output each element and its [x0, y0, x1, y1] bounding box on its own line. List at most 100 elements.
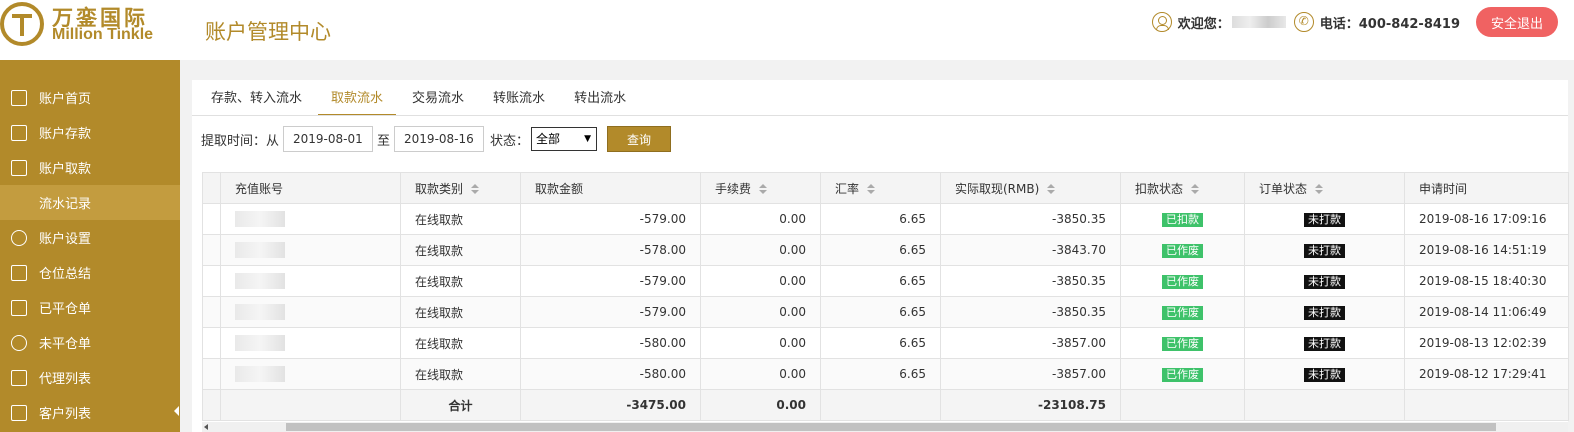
bank-icon [11, 299, 27, 316]
total-amount: -3475.00 [520, 389, 701, 421]
amount-cell: -579.00 [520, 265, 701, 297]
gear-icon [11, 229, 27, 246]
status-badge: 已作废 [1162, 305, 1203, 320]
table-header-row: 充值账号 取款类别 取款金额 手续费 汇率 实际取现(RMB) 扣款状态 订单状… [202, 172, 1569, 204]
end-date-input[interactable]: 2019-08-16 [394, 126, 485, 152]
type-cell: 在线取款 [400, 203, 521, 235]
type-cell: 在线取款 [400, 265, 521, 297]
tab-bar: 存款、转入流水 取款流水 交易流水 转账流水 转出流水 [198, 82, 642, 116]
list-icon [11, 369, 27, 386]
table-row: 在线取款 -579.00 0.00 6.65 -3850.35 已扣款 未打款 … [202, 203, 1569, 235]
status-badge: 未打款 [1304, 336, 1345, 351]
horizontal-scrollbar[interactable] [202, 422, 1568, 432]
tab-withdraw-records[interactable]: 取款流水 [318, 82, 397, 116]
user-area: 欢迎您： ✆ 电话：400-842-8419 安全退出 [1151, 0, 1574, 44]
customer-icon [11, 404, 27, 421]
header-checkbox-cell [202, 172, 221, 204]
header-rate[interactable]: 汇率 [820, 172, 941, 204]
sort-icon[interactable] [867, 184, 876, 194]
withdraw-table: 充值账号 取款类别 取款金额 手续费 汇率 实际取现(RMB) 扣款状态 订单状… [202, 172, 1569, 421]
sort-icon[interactable] [1315, 184, 1324, 194]
status-badge: 未打款 [1304, 305, 1345, 320]
amount-cell: -579.00 [520, 296, 701, 328]
sort-icon[interactable] [1047, 184, 1056, 194]
status-badge: 已作废 [1162, 274, 1203, 289]
actual-cell: -3850.35 [940, 203, 1121, 235]
deduct-status-cell: 已扣款 [1120, 203, 1245, 235]
scrollbar-thumb[interactable] [286, 423, 1496, 431]
logout-button[interactable]: 安全退出 [1476, 7, 1558, 37]
status-select[interactable]: 全部 ▼ [531, 127, 598, 151]
fee-cell: 0.00 [700, 296, 821, 328]
header-amount[interactable]: 取款金额 [520, 172, 701, 204]
header-fee[interactable]: 手续费 [700, 172, 821, 204]
account-cell [220, 234, 401, 266]
order-status-cell: 未打款 [1244, 203, 1405, 235]
header-apply-time[interactable]: 申请时间 [1404, 172, 1569, 204]
sidebar-item-deposit[interactable]: 账户存款 [0, 115, 180, 150]
scroll-left-icon[interactable] [204, 424, 208, 430]
order-status-cell: 未打款 [1244, 234, 1405, 266]
apply-time-cell: 2019-08-16 17:09:16 [1404, 203, 1569, 235]
deduct-status-cell: 已作废 [1120, 358, 1245, 390]
deduct-status-cell: 已作废 [1120, 296, 1245, 328]
sidebar-item-home[interactable]: 账户首页 [0, 80, 180, 115]
amount-cell: -579.00 [520, 203, 701, 235]
sidebar-item-withdraw[interactable]: 账户取款 [0, 150, 180, 185]
sidebar-item-open-orders[interactable]: 未平仓单 [0, 325, 180, 360]
actual-cell: -3850.35 [940, 265, 1121, 297]
user-icon [1151, 12, 1172, 32]
sort-icon[interactable] [471, 184, 480, 194]
sidebar-item-label: 代理列表 [39, 372, 92, 387]
status-label: 状态： [490, 133, 530, 149]
sort-icon[interactable] [1191, 184, 1200, 194]
account-cell [220, 296, 401, 328]
sidebar-item-records[interactable]: 流水记录 [0, 185, 180, 220]
header-account[interactable]: 充值账号 [220, 172, 401, 204]
logo[interactable]: 万銮国际 Million Tinkle [0, 0, 180, 60]
tab-transfer-out-records[interactable]: 转出流水 [561, 82, 639, 116]
sidebar-item-closed-orders[interactable]: 已平仓单 [0, 290, 180, 325]
type-cell: 在线取款 [400, 234, 521, 266]
table-row: 在线取款 -579.00 0.00 6.65 -3850.35 已作废 未打款 … [202, 265, 1569, 297]
actual-cell: -3843.70 [940, 234, 1121, 266]
fee-cell: 0.00 [700, 327, 821, 359]
sort-icon[interactable] [759, 184, 768, 194]
header-deduct-status[interactable]: 扣款状态 [1120, 172, 1245, 204]
account-cell [220, 358, 401, 390]
sidebar-item-label: 仓位总结 [39, 267, 92, 282]
table-row: 在线取款 -580.00 0.00 6.65 -3857.00 已作废 未打款 … [202, 358, 1569, 390]
tab-transfer-records[interactable]: 转账流水 [480, 82, 558, 116]
account-redacted [235, 366, 285, 382]
query-button[interactable]: 查询 [607, 126, 672, 152]
page-title: 账户管理中心 [205, 20, 331, 44]
logo-icon [0, 2, 44, 46]
chevron-down-icon: ▼ [584, 134, 592, 144]
amount-cell: -580.00 [520, 327, 701, 359]
to-label: 至 [377, 133, 391, 149]
header-order-status[interactable]: 订单状态 [1244, 172, 1405, 204]
sidebar-item-agent-list[interactable]: 代理列表 [0, 360, 180, 395]
sidebar-collapse-icon[interactable] [174, 406, 179, 416]
sidebar-item-position-summary[interactable]: 仓位总结 [0, 255, 180, 290]
tab-trade-records[interactable]: 交易流水 [399, 82, 477, 116]
header-type[interactable]: 取款类别 [400, 172, 521, 204]
deposit-icon [11, 124, 27, 141]
account-cell [220, 203, 401, 235]
phone-text: 电话：400-842-8419 [1319, 16, 1460, 32]
amount-cell: -580.00 [520, 358, 701, 390]
status-badge: 已作废 [1162, 336, 1203, 351]
deduct-status-cell: 已作废 [1120, 234, 1245, 266]
actual-cell: -3857.00 [940, 327, 1121, 359]
account-redacted [235, 335, 285, 351]
sidebar-item-customer-list[interactable]: 客户列表 [0, 395, 180, 430]
status-badge: 未打款 [1304, 367, 1345, 382]
account-redacted [235, 304, 285, 320]
apply-time-cell: 2019-08-13 12:02:39 [1404, 327, 1569, 359]
account-cell [220, 265, 401, 297]
sidebar-item-settings[interactable]: 账户设置 [0, 220, 180, 255]
tab-deposit-records[interactable]: 存款、转入流水 [198, 82, 315, 116]
start-date-input[interactable]: 2019-08-01 [283, 126, 374, 152]
status-badge: 未打款 [1304, 243, 1345, 258]
header-actual[interactable]: 实际取现(RMB) [940, 172, 1121, 204]
